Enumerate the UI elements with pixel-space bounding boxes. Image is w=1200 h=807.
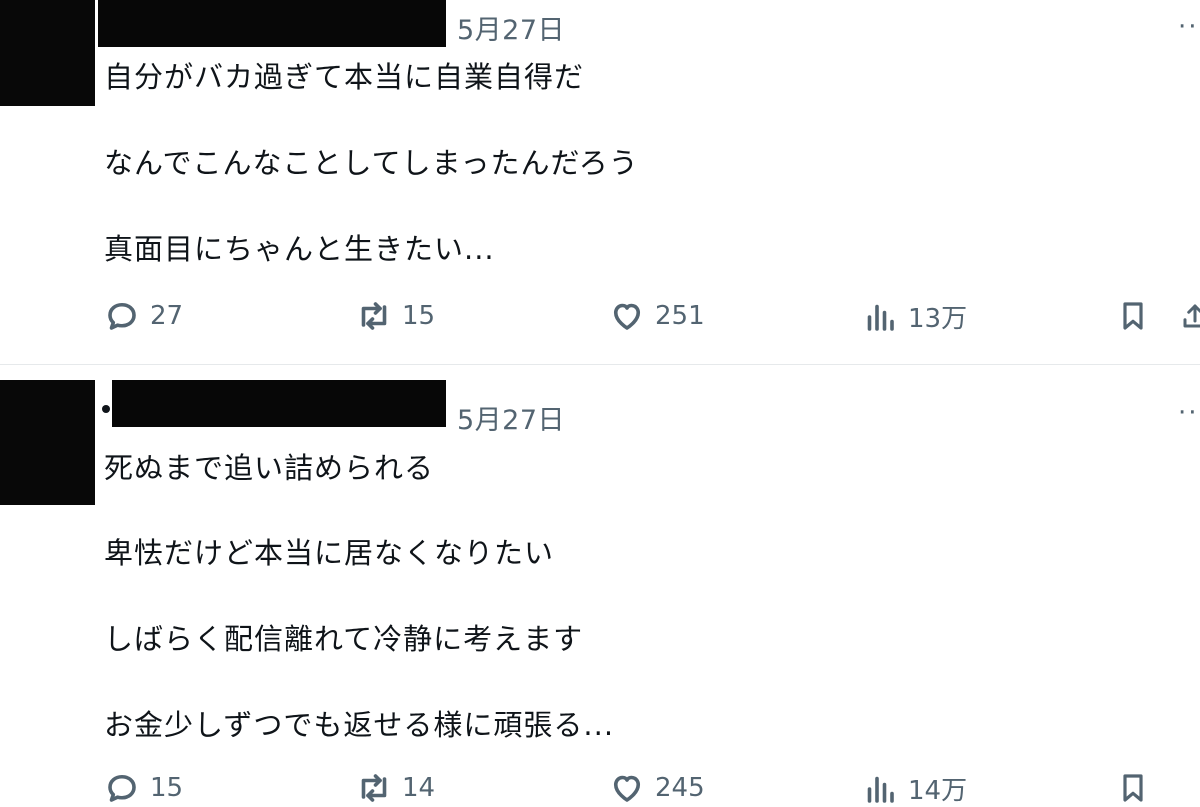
retweet-arrows-icon xyxy=(361,302,387,330)
more-options-icon[interactable]: ·· xyxy=(1178,398,1200,428)
like-count: 245 xyxy=(655,773,705,803)
tweet-date[interactable]: 5月27日 xyxy=(457,398,565,437)
like-button[interactable]: 251 xyxy=(609,298,705,334)
reply-count: 15 xyxy=(150,773,184,803)
retweet-count: 15 xyxy=(402,301,436,331)
views-count: 14万 xyxy=(908,776,968,806)
avatar-redacted[interactable] xyxy=(0,380,95,505)
bar-chart-icon xyxy=(867,776,894,803)
reply-count: 27 xyxy=(150,301,184,331)
bookmark-button[interactable] xyxy=(1117,298,1149,334)
tweet-text-line: 死ぬまで追い詰められる xyxy=(104,451,435,485)
bookmark-button[interactable] xyxy=(1117,770,1149,806)
username-redacted[interactable] xyxy=(98,0,446,47)
tweet-text-line: 真面目にちゃんと生きたい... xyxy=(104,232,495,266)
like-count: 251 xyxy=(655,301,705,331)
heart-icon xyxy=(613,775,641,802)
share-upload-icon xyxy=(1183,304,1200,328)
views-button[interactable]: 13万 xyxy=(862,298,967,335)
more-options-icon[interactable]: ·· xyxy=(1178,12,1200,42)
retweet-button[interactable]: 15 xyxy=(356,298,435,334)
speech-bubble-icon xyxy=(108,774,136,802)
tweet[interactable]: 5月27日 ·· 自分がバカ過ぎて本当に自業自得だ なんでこんなことしてしまった… xyxy=(0,0,1200,364)
like-button[interactable]: 245 xyxy=(609,770,705,806)
tweet-date[interactable]: 5月27日 xyxy=(457,8,565,47)
speech-bubble-icon xyxy=(108,302,136,330)
tweet-text-line: 卑怯だけど本当に居なくなりたい xyxy=(104,536,555,570)
bar-chart-icon xyxy=(867,304,894,331)
share-button[interactable] xyxy=(1180,298,1200,334)
tweet-text-line: しばらく配信離れて冷静に考えます xyxy=(104,622,584,656)
bookmark-icon xyxy=(1123,302,1143,330)
bookmark-icon xyxy=(1123,774,1143,802)
tweet[interactable]: 5月27日 ·· 死ぬまで追い詰められる 卑怯だけど本当に居なくなりたい しばら… xyxy=(0,365,1200,806)
reply-button[interactable]: 15 xyxy=(104,770,183,806)
name-dot xyxy=(102,405,110,413)
views-button[interactable]: 14万 xyxy=(862,770,967,807)
tweet-text-line: なんでこんなことしてしまったんだろう xyxy=(104,146,639,180)
tweet-text-line: お金少しずつでも返せる様に頑張る... xyxy=(104,708,615,742)
tweet-text-line: 自分がバカ過ぎて本当に自業自得だ xyxy=(104,60,585,94)
retweet-arrows-icon xyxy=(361,774,387,802)
username-redacted[interactable] xyxy=(112,380,446,427)
views-count: 13万 xyxy=(908,304,968,334)
avatar-redacted[interactable] xyxy=(0,0,95,106)
retweet-button[interactable]: 14 xyxy=(356,770,435,806)
retweet-count: 14 xyxy=(402,773,436,803)
heart-icon xyxy=(613,303,641,330)
reply-button[interactable]: 27 xyxy=(104,298,183,334)
